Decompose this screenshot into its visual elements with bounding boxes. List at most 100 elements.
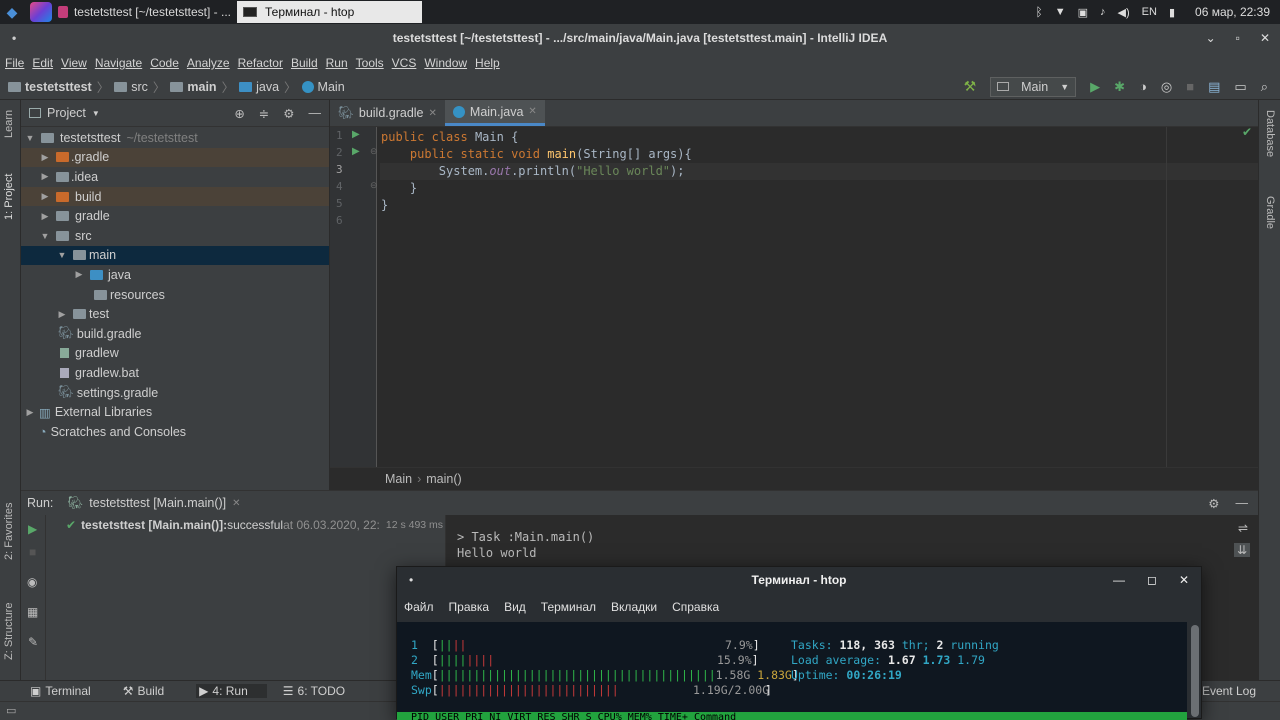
structure-tool-button[interactable]: Z: Structure xyxy=(3,603,15,660)
menu-vcs[interactable]: VCS xyxy=(392,56,417,70)
terminal-menu-edit[interactable]: Правка xyxy=(449,600,490,614)
tree-item-root[interactable]: ▼ testetsttest ~/testetsttest xyxy=(21,128,329,148)
htop-output[interactable]: 1 [|||| 7.9%] Tasks: 118, 363 thr; 2 runni… xyxy=(397,622,1187,720)
maximize-window-icon[interactable]: ◻ xyxy=(1147,573,1157,587)
wifi-icon[interactable]: ▼ xyxy=(1055,6,1066,18)
run-icon[interactable]: ▶ xyxy=(1090,79,1100,95)
run-tool-button[interactable]: ▶ 4: Run xyxy=(196,684,267,698)
terminal-menu-help[interactable]: Справка xyxy=(672,600,719,614)
terminal-tool-button[interactable]: ▣ Terminal xyxy=(30,684,107,698)
close-tab-icon[interactable]: ✕ xyxy=(528,106,536,117)
project-tool-button[interactable]: 1: Project xyxy=(3,174,15,220)
menu-build[interactable]: Build xyxy=(291,56,318,70)
expand-arrow-icon[interactable]: ▶ xyxy=(38,211,52,222)
stop-icon[interactable]: ■ xyxy=(29,545,36,559)
expand-arrow-icon[interactable]: ▶ xyxy=(23,407,37,418)
terminal-menu-tabs[interactable]: Вкладки xyxy=(611,600,657,614)
close-tab-icon[interactable]: ✕ xyxy=(232,498,240,509)
menu-edit[interactable]: Edit xyxy=(32,56,53,70)
terminal-menu-terminal[interactable]: Терминал xyxy=(541,600,596,614)
gradle-tool-button[interactable]: Gradle xyxy=(1264,196,1276,229)
tree-item-build-gradle[interactable]: 🐘︎ build.gradle xyxy=(21,324,329,344)
stop-icon[interactable]: ■ xyxy=(1186,79,1194,94)
taskbar-task-intellij[interactable]: testetsttest [~/testetsttest] - ... xyxy=(52,1,237,23)
database-tool-button[interactable]: Database xyxy=(1264,110,1276,157)
terminal-menu-icon[interactable]: • xyxy=(409,573,413,587)
tree-item-scratches[interactable]: ◔ Scratches and Consoles xyxy=(21,422,329,442)
terminal-menu-file[interactable]: Файл xyxy=(404,600,434,614)
clock[interactable]: 06 мар, 22:39 xyxy=(1195,5,1270,19)
start-menu-icon[interactable]: ◆ xyxy=(0,0,24,24)
expand-arrow-icon[interactable]: ▶ xyxy=(38,191,52,202)
hide-icon[interactable]: — xyxy=(309,106,322,121)
expand-arrow-icon[interactable]: ▶ xyxy=(55,309,69,320)
editor-crumb-class[interactable]: Main xyxy=(385,472,412,486)
chevron-down-icon[interactable]: ▼ xyxy=(92,109,100,118)
run-config-select[interactable]: Main ▼ xyxy=(990,76,1077,97)
bluetooth-icon[interactable]: ᛒ xyxy=(1036,5,1043,19)
minimize-window-icon[interactable]: ⌄ xyxy=(1206,31,1216,45)
tree-item-resources[interactable]: resources xyxy=(21,285,329,305)
tree-item-gradlew[interactable]: gradlew xyxy=(21,344,329,364)
tree-item-settings-gradle[interactable]: 🐘︎ settings.gradle xyxy=(21,383,329,403)
scroll-to-end-icon[interactable]: ⇊ xyxy=(1233,543,1250,557)
learn-tool-button[interactable]: Learn xyxy=(3,110,15,138)
terminal-menu-view[interactable]: Вид xyxy=(504,600,526,614)
inspection-ok-icon[interactable]: ✔ xyxy=(1242,125,1252,139)
expand-arrow-icon[interactable]: ▼ xyxy=(38,231,52,241)
build-tool-button[interactable]: ⚒ Build xyxy=(123,684,180,698)
breadcrumb-project[interactable]: testetsttest xyxy=(8,80,92,94)
close-window-icon[interactable]: ✕ xyxy=(1179,573,1189,587)
breadcrumb-main-class[interactable]: Main xyxy=(301,80,345,94)
gear-icon[interactable]: ⚙ xyxy=(1208,496,1219,511)
soft-wrap-icon[interactable]: ⇌ xyxy=(1238,521,1248,535)
menu-window[interactable]: Window xyxy=(424,56,467,70)
intellij-app-icon[interactable] xyxy=(30,2,52,22)
taskbar-task-terminal[interactable]: Терминал - htop xyxy=(237,1,422,23)
tree-item-idea[interactable]: ▶ .idea xyxy=(21,167,329,187)
expand-arrow-icon[interactable]: ▼ xyxy=(23,133,37,143)
battery-icon[interactable]: ▮ xyxy=(1169,6,1175,19)
gear-icon[interactable]: ⚙ xyxy=(283,106,294,121)
collapse-icon[interactable]: ≑ xyxy=(259,106,269,121)
tree-item-gradle[interactable]: ▶ gradle xyxy=(21,206,329,226)
status-toggle-icon[interactable]: ▭ xyxy=(6,704,16,717)
eye-icon[interactable]: ◉ xyxy=(27,575,37,589)
tab-build-gradle[interactable]: 🐘︎ build.gradle ✕ xyxy=(330,100,445,126)
run-class-gutter-icon[interactable]: ▶ xyxy=(352,129,360,140)
menu-tools[interactable]: Tools xyxy=(356,56,384,70)
expand-arrow-icon[interactable]: ▶ xyxy=(38,171,52,182)
tree-item-gradlew-bat[interactable]: gradlew.bat xyxy=(21,363,329,383)
search-everywhere-icon[interactable]: ⌕ xyxy=(1261,79,1268,95)
keyboard-layout[interactable]: EN xyxy=(1142,6,1157,18)
menu-help[interactable]: Help xyxy=(475,56,500,70)
expand-arrow-icon[interactable]: ▼ xyxy=(55,250,69,260)
run-result-row[interactable]: ✔ testetsttest [Main.main()]: successful… xyxy=(46,515,445,535)
run-method-gutter-icon[interactable]: ▶ xyxy=(352,146,360,157)
run-tab[interactable]: 🐘︎ testetsttest [Main.main()] ✕ xyxy=(67,496,240,511)
pin-icon[interactable]: ✎ xyxy=(28,635,38,649)
project-structure-icon[interactable]: ▤ xyxy=(1208,79,1220,95)
breadcrumb-java[interactable]: java xyxy=(239,80,279,94)
hide-icon[interactable]: — xyxy=(1236,496,1249,511)
terminal-scrollbar[interactable] xyxy=(1191,625,1199,717)
tree-item-test[interactable]: ▶ test xyxy=(21,304,329,324)
build-hammer-icon[interactable]: ⚒ xyxy=(964,78,977,95)
maximize-window-icon[interactable]: ▫ xyxy=(1236,31,1240,45)
menu-file[interactable]: File xyxy=(5,56,24,70)
window-menu-icon[interactable]: • xyxy=(12,31,16,45)
minimize-window-icon[interactable]: — xyxy=(1113,573,1125,587)
editor-crumb-method[interactable]: main() xyxy=(426,472,461,486)
volume-icon[interactable]: ◀) xyxy=(1118,6,1130,19)
menu-view[interactable]: View xyxy=(61,56,87,70)
tree-item-java[interactable]: ▶ java xyxy=(21,265,329,285)
window-layout-icon[interactable]: ▭ xyxy=(1234,79,1246,95)
tree-item-main[interactable]: ▼ main xyxy=(21,245,329,266)
tree-item-src[interactable]: ▼ src xyxy=(21,226,329,246)
coverage-icon[interactable]: ◑ xyxy=(1139,79,1147,94)
breadcrumb-src[interactable]: src xyxy=(114,80,148,94)
close-window-icon[interactable]: ✕ xyxy=(1260,31,1270,45)
expand-arrow-icon[interactable]: ▶ xyxy=(72,269,86,280)
fold-icon[interactable]: ⊖ xyxy=(370,180,378,191)
notifications-icon[interactable]: ♪ xyxy=(1100,6,1106,18)
